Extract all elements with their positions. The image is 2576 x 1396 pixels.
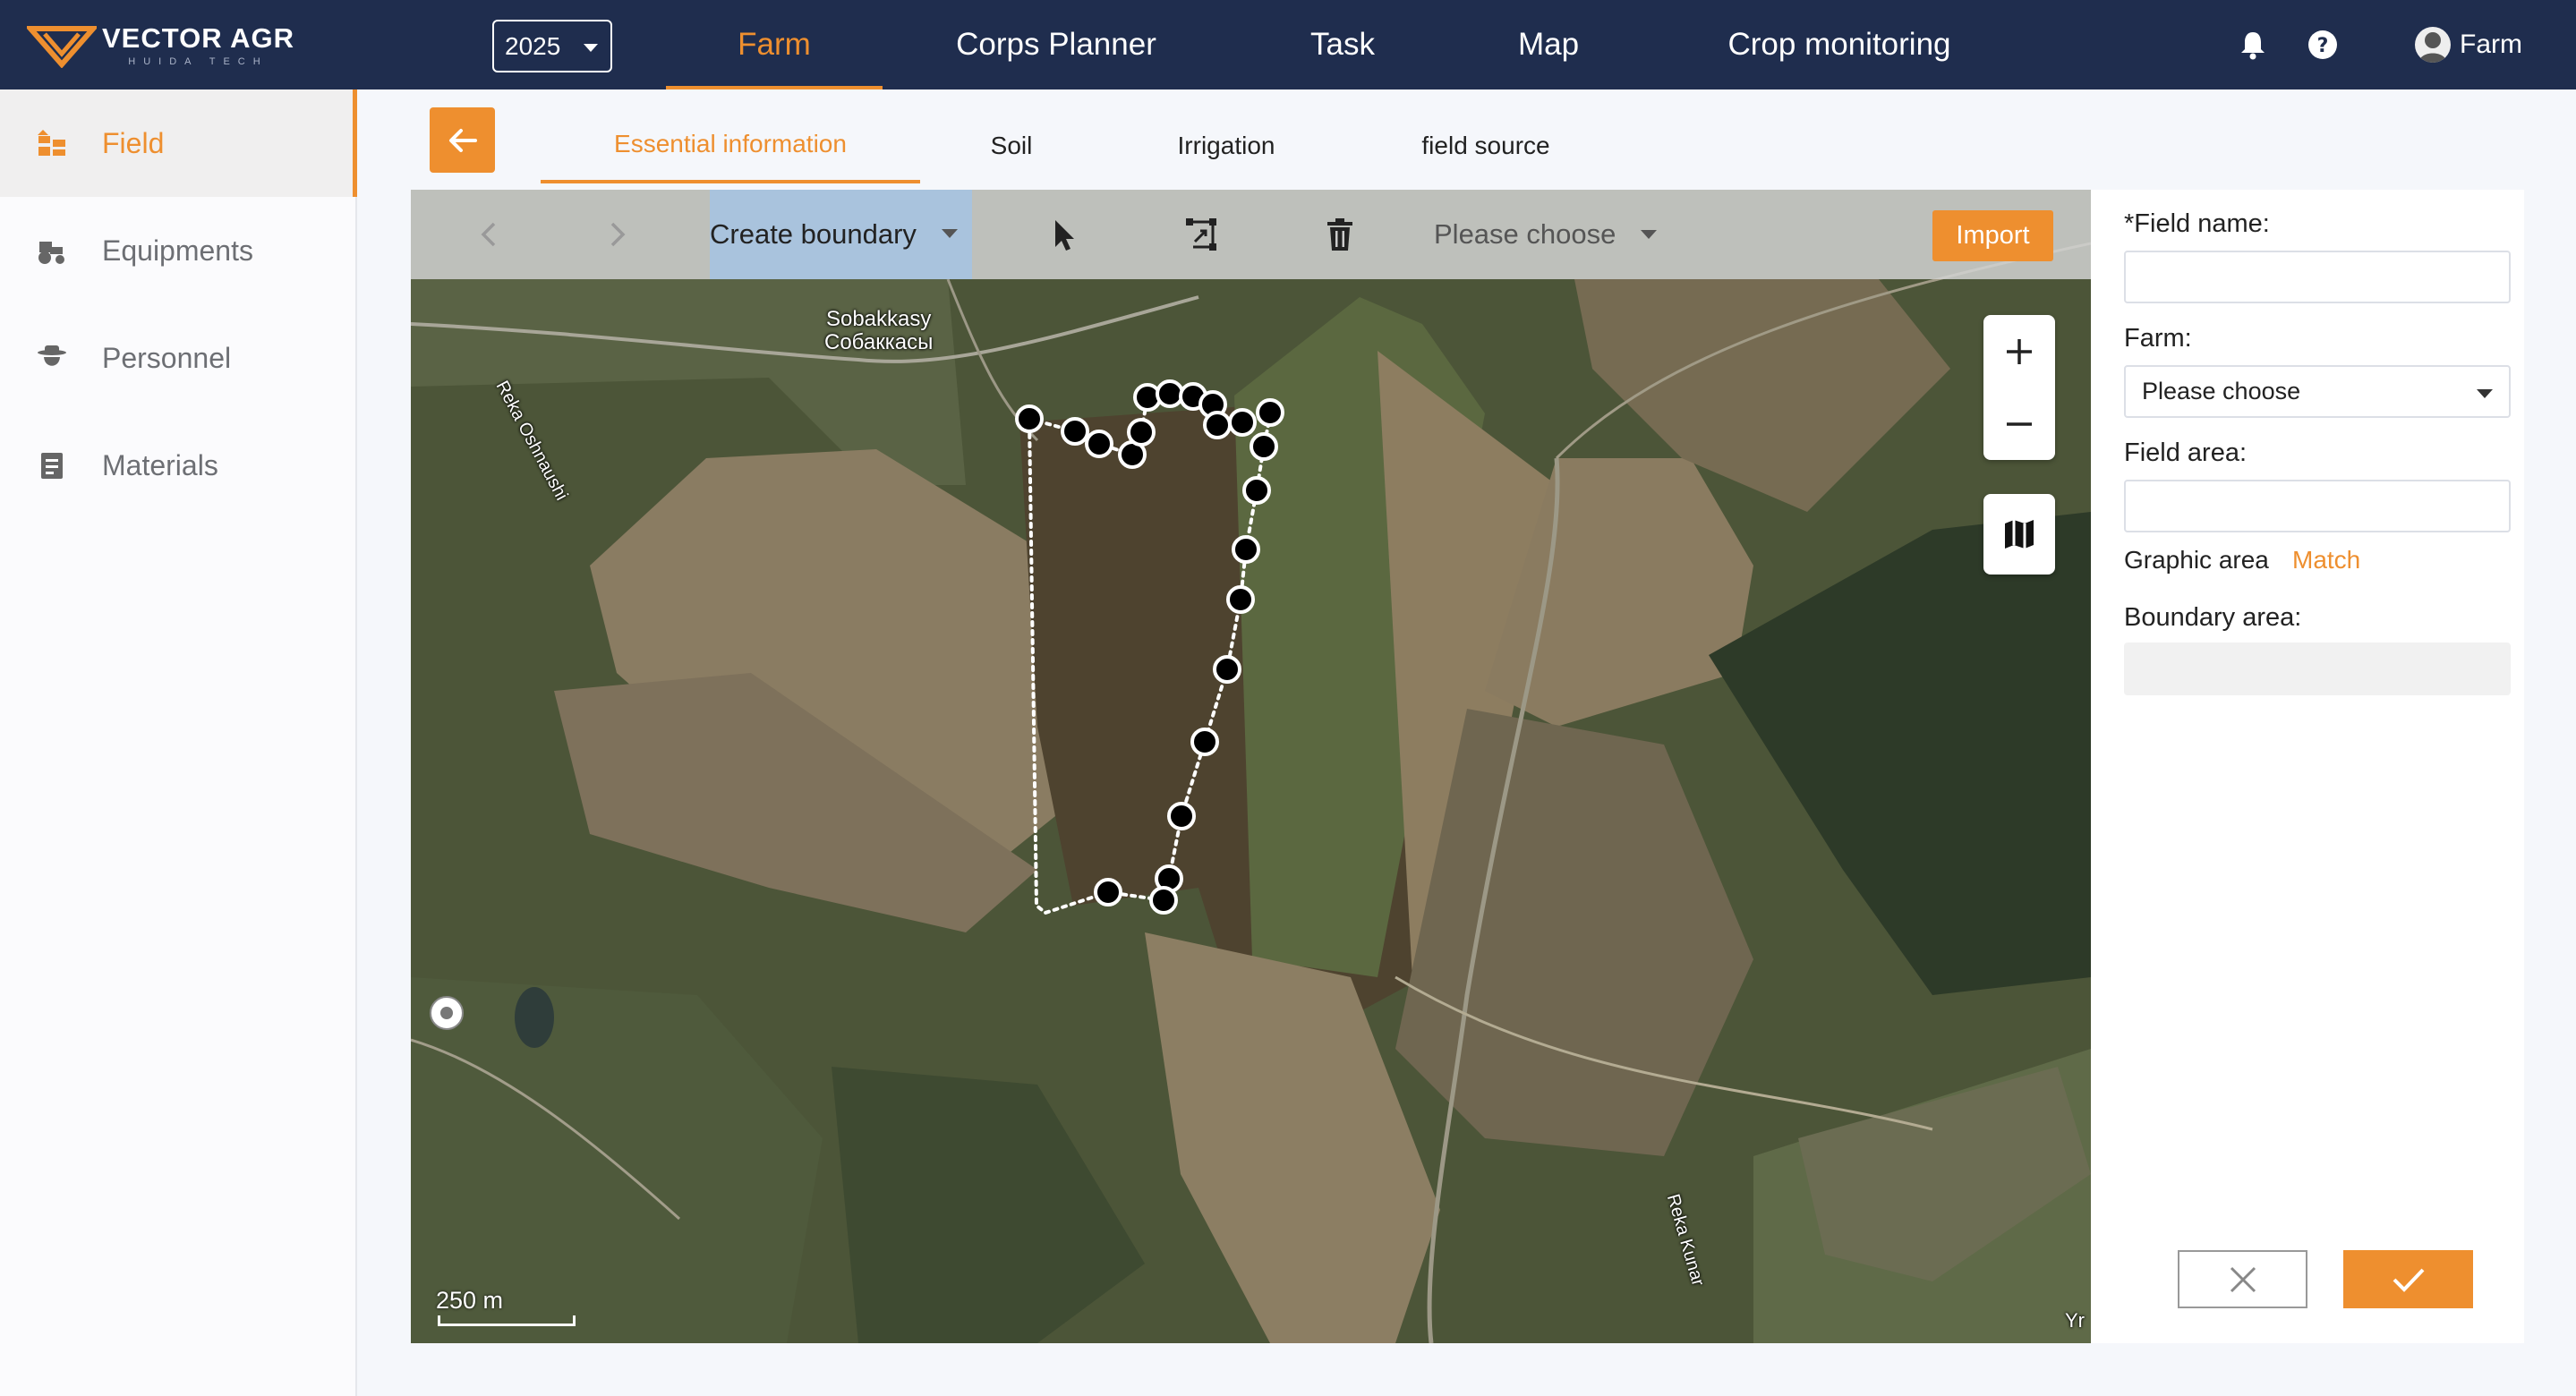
check-icon — [2393, 1268, 2424, 1292]
zoom-in-button[interactable] — [1983, 315, 2055, 387]
pointer-icon[interactable] — [1045, 215, 1084, 254]
match-link[interactable]: Match — [2292, 546, 2360, 575]
map-edge-label: Yr — [2065, 1309, 2085, 1332]
tractor-icon — [38, 242, 64, 264]
sidebar-item-label: Personnel — [102, 341, 232, 374]
farm-select-value: Please choose — [2142, 378, 2301, 404]
graphic-area-label: Graphic area — [2124, 546, 2269, 574]
map-scale-label: 250 m — [436, 1287, 504, 1314]
chevron-left-icon[interactable] — [473, 218, 506, 251]
map-layer-select-label: Please choose — [1434, 218, 1616, 250]
trash-icon[interactable] — [1320, 215, 1360, 254]
arrow-left-icon — [448, 128, 477, 152]
logo-subtitle: HUIDA TECH — [128, 56, 269, 67]
nav-crop-monitoring[interactable]: Crop monitoring — [1710, 0, 1969, 89]
avatar — [2415, 27, 2451, 63]
sidebar-item-materials[interactable]: Materials — [0, 412, 357, 519]
chevron-right-icon[interactable] — [601, 218, 633, 251]
user-name: Farm — [2460, 30, 2522, 59]
field-name-input[interactable] — [2124, 251, 2511, 303]
chevron-down-icon — [584, 44, 598, 52]
map-scale-bar — [438, 1315, 576, 1326]
year-value: 2025 — [505, 31, 561, 60]
tab-essential-information[interactable]: Essential information — [541, 107, 920, 183]
field-area-label: Field area: — [2124, 438, 2248, 467]
map-imagery — [411, 190, 2091, 1343]
chevron-down-icon — [1641, 230, 1658, 239]
user-menu[interactable]: Farm — [2415, 27, 2522, 63]
logo: VECTOR AGR HUIDA TECH — [27, 20, 294, 70]
top-navigation-bar: VECTOR AGR HUIDA TECH 2025 Farm Corps Pl… — [0, 0, 2576, 89]
cancel-button[interactable] — [2178, 1250, 2307, 1308]
nav-corps-planner[interactable]: Corps Planner — [926, 0, 1186, 89]
map-place-label: Sobakkasy Собаккасы — [824, 307, 934, 355]
sidebar: Field Equipments Personnel Materials — [0, 89, 357, 1396]
confirm-button[interactable] — [2343, 1250, 2473, 1308]
farm-select[interactable]: Please choose — [2124, 365, 2511, 418]
field-name-label: *Field name: — [2124, 209, 2270, 238]
zoom-control — [1983, 315, 2055, 460]
chevron-down-icon — [2477, 389, 2493, 398]
field-form-panel: *Field name: Farm: Please choose Field a… — [2091, 190, 2524, 1343]
boundary-area-label: Boundary area: — [2124, 603, 2302, 632]
boundary-area-field — [2124, 643, 2511, 695]
sidebar-item-personnel[interactable]: Personnel — [0, 304, 357, 412]
import-button[interactable]: Import — [1932, 210, 2053, 261]
bell-icon[interactable] — [2238, 30, 2268, 60]
minus-icon — [2007, 421, 2032, 426]
close-icon — [2230, 1266, 2256, 1292]
tab-field-source[interactable]: field source — [1378, 107, 1593, 183]
nav-task[interactable]: Task — [1271, 0, 1414, 89]
person-hat-icon — [38, 345, 66, 366]
map-fold-icon — [2005, 520, 2034, 549]
chevron-down-icon — [942, 229, 958, 238]
map-layer-select[interactable]: Please choose — [1434, 215, 1658, 254]
farm-label: Farm: — [2124, 324, 2192, 353]
create-boundary-label: Create boundary — [710, 218, 917, 250]
sidebar-item-field[interactable]: Field — [0, 89, 357, 197]
sidebar-item-label: Field — [102, 126, 165, 159]
clipboard-icon — [41, 453, 63, 479]
logo-icon — [27, 26, 97, 68]
map-layers-button[interactable] — [1983, 494, 2055, 575]
sidebar-item-equipments[interactable]: Equipments — [0, 197, 357, 304]
back-button[interactable] — [430, 107, 495, 173]
help-icon[interactable]: ? — [2307, 30, 2338, 60]
field-area-input[interactable] — [2124, 480, 2511, 532]
sidebar-item-label: Materials — [102, 448, 218, 481]
map-toolbar: Create boundary Please choose Import — [411, 190, 2091, 279]
sidebar-item-label: Equipments — [102, 234, 253, 267]
location-marker-icon[interactable] — [430, 996, 464, 1030]
satellite-map[interactable]: Sobakkasy Собаккасы Reka Oshnaushi Reka … — [411, 190, 2091, 1343]
tab-irrigation[interactable]: Irrigation — [1137, 107, 1316, 183]
nav-map[interactable]: Map — [1477, 0, 1620, 89]
create-boundary-dropdown[interactable]: Create boundary — [710, 190, 972, 279]
logo-name: VECTOR AGR — [102, 22, 294, 54]
tab-soil[interactable]: Soil — [940, 107, 1083, 183]
draw-polygon-icon[interactable] — [1182, 215, 1222, 254]
year-select[interactable]: 2025 — [492, 20, 612, 72]
plus-icon — [2007, 338, 2032, 364]
nav-farm[interactable]: Farm — [666, 0, 883, 89]
zoom-out-button[interactable] — [1983, 387, 2055, 460]
field-icon — [38, 130, 65, 156]
svg-text:?: ? — [2317, 35, 2329, 57]
